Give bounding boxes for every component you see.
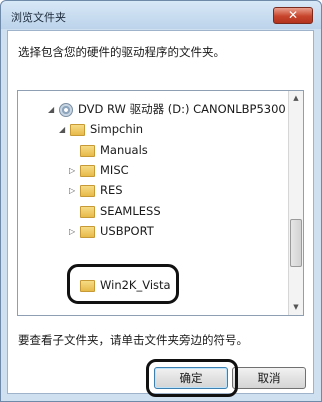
folder-icon (80, 225, 95, 238)
cancel-button[interactable]: 取消 (232, 367, 306, 389)
tree-item-usbport[interactable]: ▷ USBPORT (69, 221, 154, 241)
folder-icon (80, 205, 95, 218)
expand-arrow-icon[interactable]: ▷ (69, 222, 80, 242)
tree-item-misc[interactable]: ▷ MISC (69, 160, 129, 180)
tree-item-label: Simpchin (90, 122, 144, 136)
tree-item-label: MISC (100, 163, 129, 177)
expand-arrow-icon[interactable]: ▷ (69, 181, 80, 201)
folder-icon (80, 144, 95, 157)
scroll-thumb[interactable] (290, 219, 302, 267)
instruction-text: 选择包含您的硬件的驱动程序的文件夹。 (18, 45, 225, 59)
expand-arrow-icon[interactable]: ▷ (69, 161, 80, 181)
dvd-drive-icon (59, 102, 73, 117)
tree-item-label: USBPORT (100, 224, 154, 238)
tree-item-label: SEAMLESS (100, 204, 161, 218)
folder-icon (80, 184, 95, 197)
tree-item-label: RES (100, 183, 123, 197)
title-bar[interactable]: 浏览文件夹 ✕ (1, 1, 321, 29)
highlight-ring-ok-button (146, 359, 238, 397)
collapse-arrow-icon[interactable]: ◢ (59, 120, 70, 140)
hint-text: 要查看子文件夹，请单击文件夹旁边的符号。 (18, 333, 248, 347)
highlight-ring-win2k-vista (67, 264, 179, 304)
folder-icon (80, 164, 95, 177)
tree-scrollbar[interactable]: ▲ ▼ (288, 91, 303, 315)
folder-icon (70, 123, 85, 136)
tree-item-manuals[interactable]: Manuals (69, 140, 148, 160)
scroll-up-arrow-icon[interactable]: ▲ (289, 91, 303, 106)
close-button[interactable]: ✕ (273, 7, 313, 24)
window-title: 浏览文件夹 (11, 11, 66, 24)
tree-item-res[interactable]: ▷ RES (69, 180, 123, 200)
tree-item-label: Manuals (100, 143, 148, 157)
collapse-arrow-icon[interactable]: ◢ (48, 100, 59, 120)
tree-item-label: DVD RW 驱动器 (D:) CANONLBP5300 (78, 102, 286, 116)
scroll-down-arrow-icon[interactable]: ▼ (289, 300, 303, 315)
tree-item-seamless[interactable]: SEAMLESS (69, 201, 161, 221)
tree-item-dvd-drive[interactable]: ◢ DVD RW 驱动器 (D:) CANONLBP5300 (48, 99, 286, 119)
tree-item-simpchin[interactable]: ◢ Simpchin (59, 119, 143, 139)
